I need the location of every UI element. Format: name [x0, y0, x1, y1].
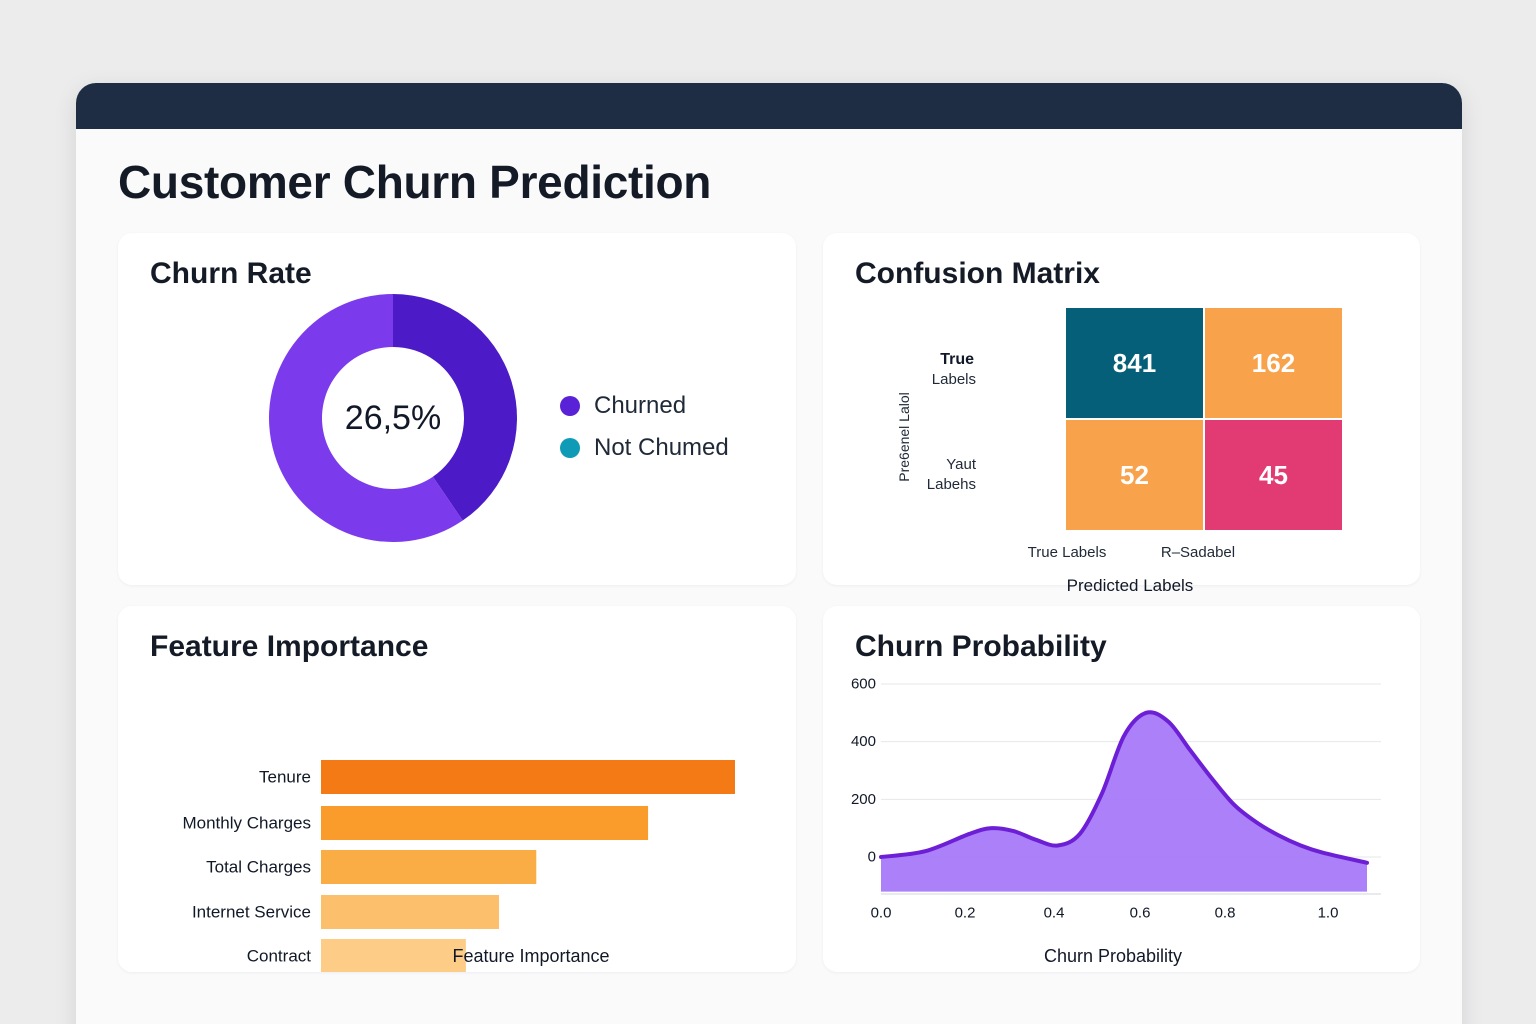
cp-ytick-4: 600: [851, 676, 876, 693]
legend-dot-not-churned: [560, 438, 580, 458]
cm-cell-value-2-2: 45: [1259, 460, 1288, 490]
fi-bar-2: [321, 806, 649, 840]
cm-cell-value-1-2: 162: [1252, 348, 1295, 378]
page-title: Customer Churn Prediction: [118, 156, 712, 208]
cp-xtick-3: 0.4: [1044, 905, 1065, 922]
fi-label-2: Monthly Charges: [182, 814, 311, 833]
donut-center-value: 26,5%: [345, 399, 441, 437]
fi-label-5: Contract: [247, 947, 312, 966]
cm-cell-value-1-1: 841: [1113, 348, 1156, 378]
churn-rate-card: Churn Rate 26,5% Churned Not Chumed: [118, 233, 796, 585]
churn-donut-chart: 26,5%: [268, 294, 517, 542]
feature-importance-chart: Tenure Monthly Charges Total Charges Intern…: [182, 760, 735, 972]
cp-xtick-1: 0.0: [871, 905, 892, 922]
fi-bar-3: [321, 850, 537, 884]
cp-xtick-2: 0.2: [955, 905, 976, 922]
legend-dot-churned: [560, 396, 580, 416]
cm-col-label-1: True Labels: [1028, 544, 1107, 561]
churn-probability-chart: 0 200 400 600 0.0 0.2 0.4 0.6 0.8 1.0 Churn Proba…: [851, 676, 1381, 966]
confusion-matrix-chart: 841 162 52 45 True Labels Yaut Labehs True …: [896, 308, 1342, 595]
cp-ytick-3: 400: [851, 733, 876, 750]
cm-row-label-1-line1: True: [940, 351, 974, 368]
fi-x-axis-label: Feature Importance: [452, 946, 609, 966]
cp-x-axis-label: Churn Probability: [1044, 946, 1182, 966]
fi-bar-4: [321, 895, 500, 929]
cp-xtick-4: 0.6: [1130, 905, 1151, 922]
cp-ytick-2: 200: [851, 791, 876, 808]
cp-xtick-6: 1.0: [1318, 905, 1339, 922]
legend-item-churned: Churned: [560, 385, 729, 427]
legend-label-churned: Churned: [594, 392, 687, 419]
app-window: Customer Churn Prediction Churn Rate 26,…: [76, 83, 1462, 1024]
feature-importance-card: Feature Importance Tenure Monthly Charges…: [118, 606, 796, 972]
cm-x-axis-label: Predicted Labels: [1067, 576, 1194, 595]
churn-probability-card: Churn Probability 0 200 400 600 0.0 0.2 0.4 0.6…: [823, 606, 1420, 972]
fi-label-3: Total Charges: [206, 858, 311, 877]
cm-row-label-2-line1: Yaut: [946, 456, 977, 473]
fi-label-1: Tenure: [259, 768, 311, 787]
cm-cell-value-2-1: 52: [1120, 460, 1149, 490]
cp-ytick-1: 0: [868, 849, 876, 866]
confusion-matrix-card: Confusion Matrix 841 162 52 45 True Labels …: [823, 233, 1420, 595]
legend-label-not-churned: Not Chumed: [594, 434, 729, 461]
legend-item-not-churned: Not Chumed: [560, 427, 729, 469]
cm-y-axis-label: Pre6enel Lalol: [896, 392, 912, 482]
fi-bar-1: [321, 760, 735, 794]
fi-bar-5: [321, 939, 466, 972]
churn-legend: Churned Not Chumed: [560, 385, 729, 469]
cm-col-label-2: R–Sadabel: [1161, 544, 1235, 561]
fi-label-4: Internet Service: [192, 903, 311, 922]
cm-row-label-1-line2: Labels: [932, 371, 976, 388]
window-titlebar: [76, 83, 1462, 129]
cm-row-label-2-line2: Labehs: [927, 476, 976, 493]
cp-xtick-5: 0.8: [1215, 905, 1236, 922]
